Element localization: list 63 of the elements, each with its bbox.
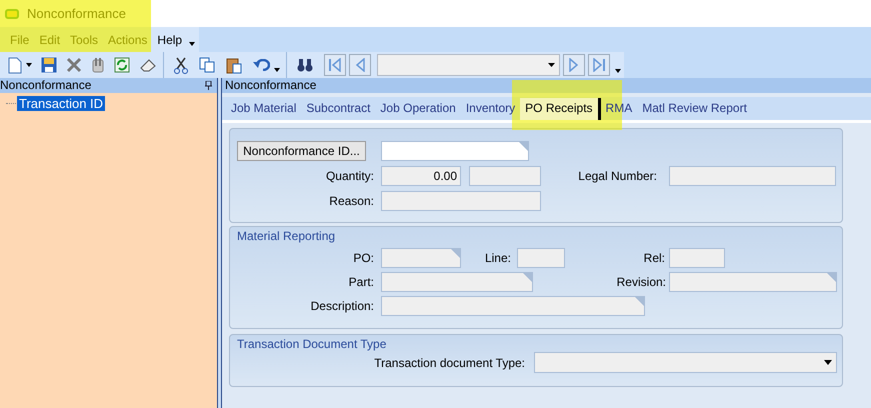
delete-icon[interactable] [66, 57, 82, 73]
input-field[interactable] [381, 296, 645, 316]
group-title: Transaction Document Type [237, 337, 388, 351]
caret-icon[interactable] [274, 68, 280, 72]
nonconformance-id-button[interactable]: Nonconformance ID... [237, 141, 366, 161]
menu-item[interactable]: Help [152, 30, 188, 48]
tab[interactable]: Subcontract [301, 98, 376, 120]
input-field[interactable] [381, 248, 461, 268]
tree-item[interactable]: Transaction ID [17, 96, 106, 111]
input-field[interactable] [669, 166, 836, 186]
save-icon[interactable] [41, 57, 57, 73]
first-record-icon [329, 58, 341, 72]
next-record-icon [568, 58, 580, 72]
input-field[interactable] [381, 272, 533, 292]
eraser-icon[interactable] [139, 58, 157, 72]
dropdown-arrow-icon [548, 63, 555, 67]
group-title: Material Reporting [237, 229, 336, 243]
last-record-button[interactable] [588, 54, 610, 76]
tab[interactable]: Job Operation [375, 98, 461, 120]
record-dropdown[interactable] [377, 54, 560, 76]
input-field[interactable] [469, 166, 541, 186]
next-record-button[interactable] [563, 54, 585, 76]
field-label: Revision: [616, 274, 666, 291]
input-field[interactable] [669, 272, 837, 292]
field-label: Reason: [328, 193, 374, 210]
field-label: Part: [348, 274, 374, 291]
field-label: PO: [352, 250, 374, 267]
pane-title: Nonconformance [0, 78, 92, 93]
field-label: Legal Number: [577, 168, 657, 185]
tab[interactable]: Job Material [226, 98, 302, 120]
input-field[interactable] [381, 141, 529, 161]
refresh-icon[interactable] [114, 57, 130, 73]
input-field[interactable] [669, 248, 725, 268]
input-field[interactable]: 0.00 [381, 166, 461, 186]
scissors-icon[interactable] [174, 56, 188, 74]
dropdown-arrow-icon [824, 360, 832, 365]
app-icon[interactable] [5, 8, 19, 18]
binoculars-icon[interactable] [297, 58, 313, 72]
tab[interactable]: Matl Review Report [637, 98, 752, 120]
attachment-icon[interactable] [91, 57, 105, 73]
field-label: Quantity: [324, 168, 374, 185]
field-label: Rel: [642, 250, 665, 267]
input-field[interactable] [381, 191, 541, 211]
overflow-caret-icon[interactable] [189, 42, 196, 46]
field-label: Description: [310, 298, 374, 315]
caret-icon[interactable] [26, 63, 32, 67]
new-document-icon[interactable] [8, 56, 22, 74]
field-label: Line: [484, 250, 511, 267]
input-field[interactable] [517, 248, 565, 268]
dropdown-field[interactable] [534, 352, 837, 373]
previous-record-button[interactable] [349, 54, 371, 76]
pin-icon[interactable] [205, 81, 212, 90]
pane-title: Nonconformance [225, 78, 316, 93]
field-label: Transaction document Type: [373, 354, 525, 372]
first-record-button[interactable] [324, 54, 346, 76]
caret-icon[interactable] [615, 69, 621, 73]
paste-icon[interactable] [226, 56, 242, 74]
undo-icon[interactable] [253, 59, 270, 71]
previous-record-icon [354, 58, 366, 72]
window-title: Nonconformance [27, 4, 126, 23]
copy-icon[interactable] [199, 57, 215, 73]
tab[interactable]: PO Receipts [520, 98, 601, 120]
last-record-icon [593, 58, 605, 72]
